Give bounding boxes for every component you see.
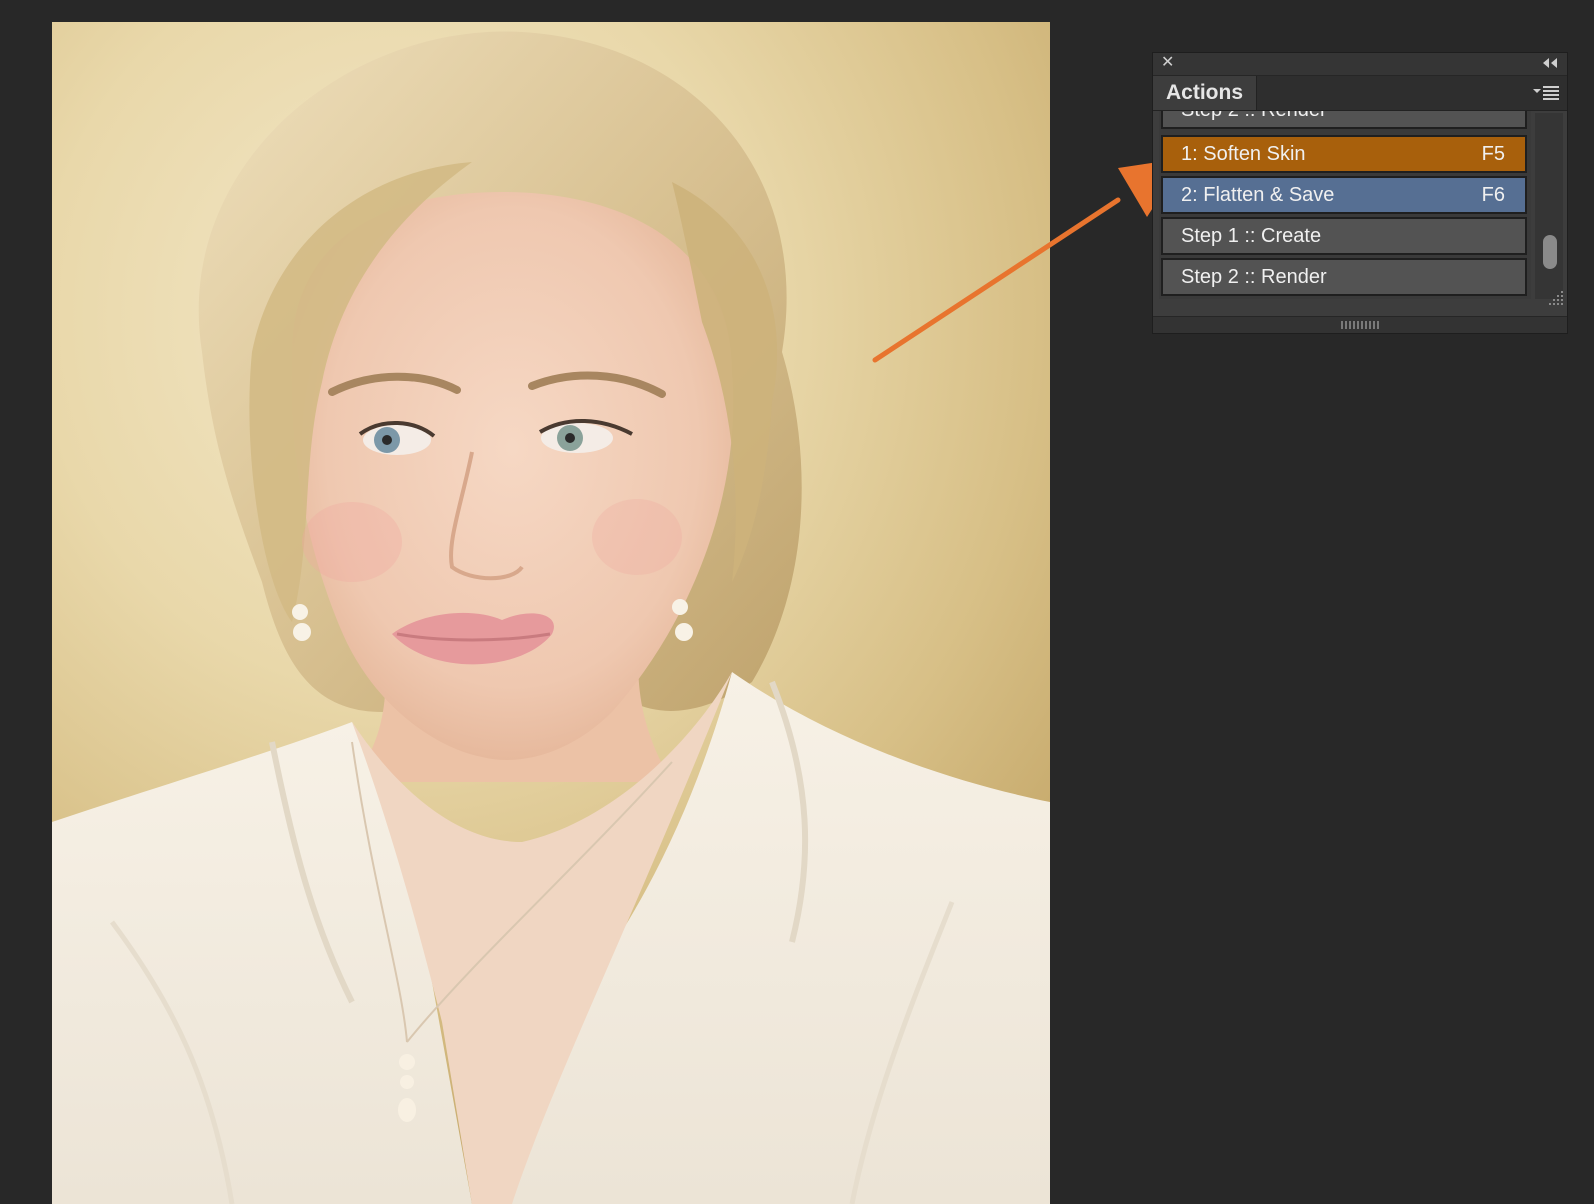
panel-menu-icon[interactable]: [1531, 84, 1561, 102]
scrollbar-thumb[interactable]: [1543, 235, 1557, 269]
action-item-label: Step 1 :: Create: [1181, 225, 1322, 247]
action-item-soften-skin[interactable]: 1: Soften Skin F5: [1161, 135, 1527, 173]
action-item-step1-create[interactable]: Step 1 :: Create: [1161, 217, 1527, 255]
panel-title-bar[interactable]: ✕: [1153, 53, 1567, 76]
action-item-step2-render[interactable]: Step 2 :: Render: [1161, 258, 1527, 296]
portrait-photo: [52, 31, 1050, 1204]
action-item-label: 2: Flatten & Save: [1181, 184, 1335, 206]
action-item-step2-render-partial[interactable]: Step 2 :: Render: [1161, 111, 1527, 129]
action-item-label: Step 2 :: Render: [1181, 111, 1327, 127]
double-chevron-left-icon[interactable]: [1541, 56, 1559, 70]
drag-handle-icon[interactable]: [1341, 321, 1381, 329]
action-item-shortcut: F5: [1481, 143, 1505, 165]
action-item-flatten-save[interactable]: 2: Flatten & Save F6: [1161, 176, 1527, 214]
action-item-label: Step 2 :: Render: [1181, 266, 1327, 288]
actions-list[interactable]: Step 2 :: Render 1: Soften Skin F5 2: Fl…: [1159, 111, 1531, 299]
panel-tab-bar: Actions: [1153, 76, 1567, 111]
action-item-label: 1: Soften Skin: [1181, 143, 1306, 165]
document-canvas[interactable]: [52, 22, 1050, 1204]
resize-grip-icon[interactable]: [1543, 285, 1565, 307]
actions-scrollbar[interactable]: [1535, 113, 1563, 299]
action-item-shortcut: F6: [1481, 184, 1505, 206]
panel-bottom-bar: [1153, 316, 1567, 333]
tab-actions[interactable]: Actions: [1153, 76, 1257, 110]
actions-panel: ✕ Actions Step 2 :: Render 1: Soften Ski…: [1152, 52, 1568, 334]
close-icon[interactable]: ✕: [1161, 55, 1177, 71]
